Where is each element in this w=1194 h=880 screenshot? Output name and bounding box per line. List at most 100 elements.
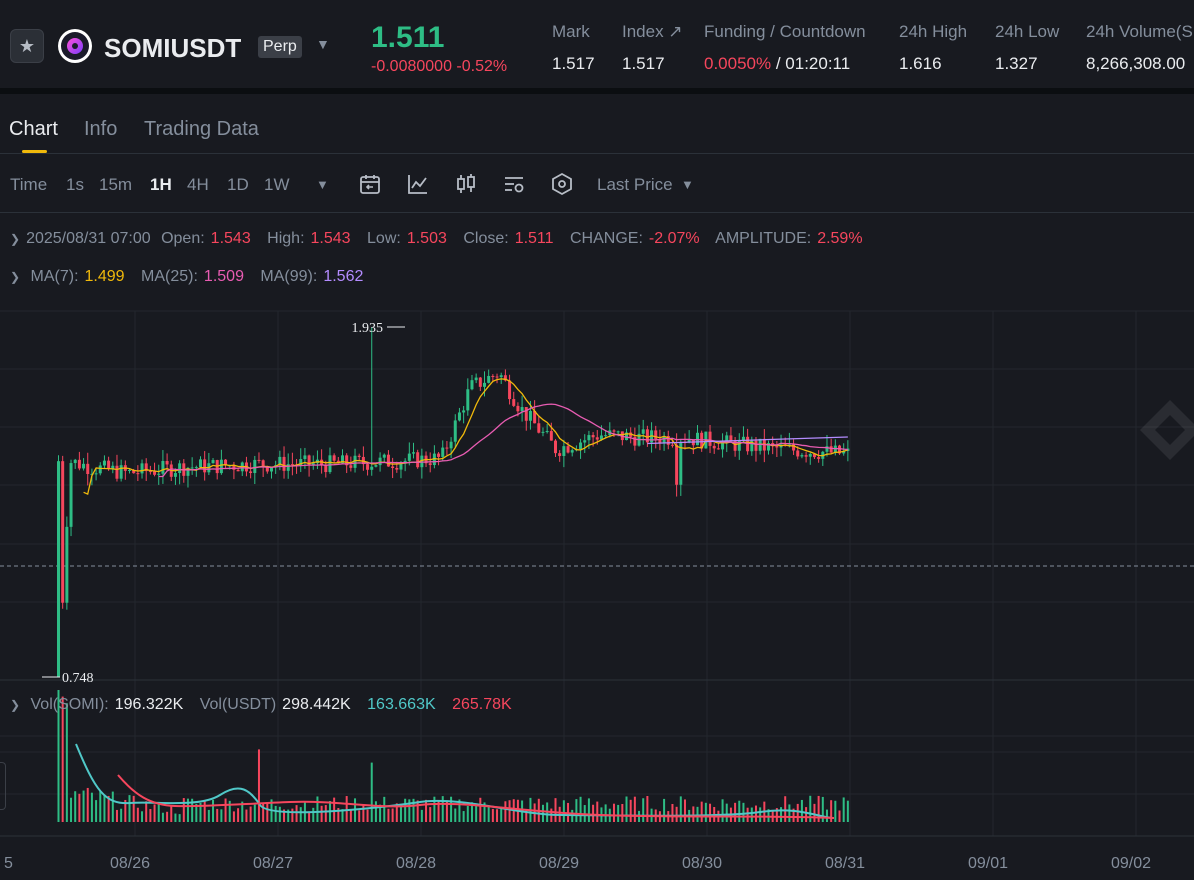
stat-index[interactable]: Index ↗ 1.517 [622, 22, 683, 74]
stat-mark: Mark 1.517 [552, 22, 595, 74]
stat-24h-high: 24h High 1.616 [899, 22, 967, 74]
volume-bar [216, 808, 219, 822]
contract-type-badge: Perp [258, 36, 302, 58]
volume-bar [671, 803, 674, 822]
candle-body [328, 455, 332, 473]
calendar-icon[interactable] [358, 172, 382, 196]
volume-bar [466, 805, 469, 822]
exchange-watermark-icon [1140, 400, 1194, 460]
volume-bar [141, 811, 144, 822]
candle-body [579, 442, 583, 450]
candle-body [391, 466, 395, 469]
volume-bar [274, 805, 277, 822]
candle-type-icon[interactable] [454, 172, 478, 196]
collapse-chevron-icon[interactable]: ❯ [10, 270, 20, 284]
vol-ma2-value: 265.78K [452, 696, 512, 713]
candle-body [203, 459, 207, 473]
candle-body [61, 461, 65, 603]
candle-body [558, 453, 562, 456]
ohlc-high: 1.543 [310, 230, 351, 247]
candle-body [366, 464, 370, 470]
chart-tabs: Chart Info Trading Data [0, 94, 1194, 154]
interval-more-chevron-icon[interactable]: ▼ [316, 177, 329, 192]
collapse-chevron-icon[interactable]: ❯ [10, 232, 20, 246]
volume-bar [692, 806, 695, 822]
collapse-chevron-icon[interactable]: ❯ [10, 698, 20, 712]
tab-trading-data[interactable]: Trading Data [144, 118, 259, 141]
x-tick-label: 08/26 [110, 855, 150, 872]
vol-ma1-value: 163.663K [367, 696, 436, 713]
ohlc-open: 1.543 [210, 230, 251, 247]
candle-body [73, 459, 77, 464]
volume-bar [738, 800, 741, 822]
stat-24h-low: 24h Low 1.327 [995, 22, 1059, 74]
candle-body [428, 463, 432, 466]
ohlc-change: -2.07% [648, 230, 700, 247]
indicator-icon[interactable] [406, 172, 430, 196]
x-tick-label: 09/02 [1111, 855, 1151, 872]
chevron-down-icon[interactable]: ▼ [681, 177, 694, 192]
volume-bar [111, 791, 114, 822]
candle-body [153, 471, 157, 475]
volume-bar [700, 801, 703, 822]
volume-bar [253, 804, 256, 822]
volume-bar [136, 807, 139, 822]
candle-body [541, 431, 545, 433]
candle-body [199, 459, 203, 468]
candle-body [712, 445, 716, 449]
volume-bar [508, 800, 511, 822]
vol-somi-value: 196.322K [114, 696, 184, 713]
candle-body [470, 380, 474, 390]
volume-bar [784, 796, 787, 822]
x-tick-label: 09/01 [968, 855, 1008, 872]
candle-body [478, 377, 482, 387]
tab-chart[interactable]: Chart [9, 118, 58, 141]
volume-bar [161, 812, 164, 822]
candle-body [487, 375, 491, 383]
x-tick-label: 08/28 [396, 855, 436, 872]
volume-bar [220, 809, 223, 822]
interval-1s[interactable]: 1s [66, 175, 84, 195]
chevron-down-icon[interactable]: ▼ [316, 36, 330, 52]
candle-body [395, 468, 399, 470]
interval-15m[interactable]: 15m [99, 175, 132, 195]
volume-bar [575, 799, 578, 822]
candle-body [270, 467, 274, 472]
price-type-select[interactable]: Last Price [597, 175, 673, 195]
candlestick-chart[interactable]: 5 08/26 08/27 08/28 08/29 08/30 08/31 09/01 09/0… [0, 214, 1194, 880]
vol-somi-label: Vol(SOMI): [30, 696, 109, 713]
candle-body [98, 465, 102, 474]
ma25-value: 1.509 [203, 268, 244, 285]
candle-body [616, 431, 620, 433]
interval-1h[interactable]: 1H [150, 175, 172, 195]
favorite-star-icon[interactable]: ★ [10, 29, 44, 63]
volume-bar [834, 800, 837, 822]
candle-body [545, 431, 549, 433]
interval-time[interactable]: Time [10, 175, 47, 195]
candle-body [512, 399, 516, 406]
volume-bar [362, 804, 365, 822]
interval-1d[interactable]: 1D [227, 175, 249, 195]
volume-bar [496, 809, 499, 822]
candle-body [107, 460, 111, 470]
candle-body [591, 435, 595, 438]
hexagon-icon[interactable] [550, 172, 574, 196]
panel-resize-handle[interactable] [0, 762, 6, 810]
volume-bar [257, 749, 260, 822]
ohlc-amplitude: 2.59% [817, 230, 863, 247]
volume-bar [95, 800, 98, 822]
candle-body [57, 461, 60, 677]
symbol-name[interactable]: SOMIUSDT [104, 33, 241, 64]
volume-bar [132, 795, 135, 822]
settings-icon[interactable] [502, 172, 526, 196]
candle-body [796, 450, 800, 457]
volume-bar [750, 807, 753, 822]
interval-1w[interactable]: 1W [264, 175, 290, 195]
volume-bar [612, 803, 615, 822]
vol-usdt-label: Vol(USDT) [199, 696, 277, 713]
candle-body [374, 465, 378, 467]
interval-4h[interactable]: 4H [187, 175, 209, 195]
volume-bar [90, 792, 93, 822]
tab-info[interactable]: Info [84, 118, 117, 141]
stat-label: 24h Volume(S [1086, 22, 1193, 41]
